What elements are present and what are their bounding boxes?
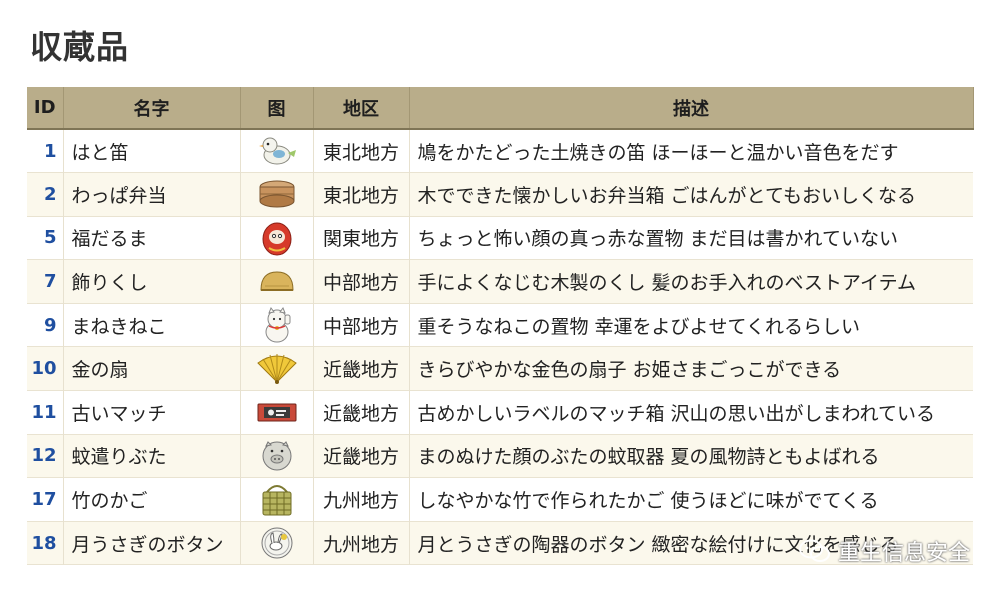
row-name: 蚊遣りぶた [63, 434, 241, 478]
row-region: 中部地方 [313, 303, 410, 347]
wechat-icon [798, 539, 830, 562]
header-id[interactable]: ID [27, 87, 64, 129]
row-name: 月うさぎのボタン [63, 521, 241, 565]
row-id: 10 [27, 346, 64, 391]
row-name: 竹のかご [63, 477, 241, 522]
row-name: 古いマッチ [63, 390, 241, 435]
row-image [240, 172, 314, 217]
row-description: 重そうなねこの置物 幸運をよびよせてくれるらしい [417, 315, 860, 338]
table-row[interactable]: 7 飾りくし 中部地方 手によくなじむ木製のくし 髪のお手入れのベストアイテム [27, 259, 973, 304]
row-image [240, 521, 314, 565]
row-description: ちょっと怖い顔の真っ赤な置物 まだ目は書かれていない [417, 228, 898, 251]
table-row[interactable]: 11 古いマッチ 近畿地方 古めかしいラベルのマッチ箱 沢山の思い出がしまわれている [27, 390, 973, 435]
row-description: 古めかしいラベルのマッチ箱 沢山の思い出がしまわれている [417, 402, 936, 425]
header-image[interactable]: 图 [240, 87, 314, 129]
beckoning-cat-icon [265, 307, 290, 343]
row-description: まのぬけた顔のぶたの蚊取器 夏の風物詩ともよばれる [417, 446, 880, 469]
comb-icon [259, 271, 294, 291]
row-name: 金の扇 [63, 346, 241, 391]
golden-fan-icon [256, 353, 297, 384]
row-id: 12 [27, 434, 64, 478]
row-region: 近畿地方 [313, 346, 410, 391]
mosquito-pig-icon [262, 441, 291, 471]
table-row[interactable]: 10 金の扇 近畿地方 きらびやかな金色の扇子 お姫さまごっこができる [27, 346, 973, 391]
row-image [240, 477, 314, 522]
header-name[interactable]: 名字 [63, 87, 241, 129]
table-header: ID 名字 图 地区 描述 [27, 87, 974, 129]
matchbox-icon [257, 403, 296, 422]
row-region: 近畿地方 [313, 434, 410, 478]
watermark: 重生信息安全 [798, 535, 970, 567]
pigeon-whistle-icon [258, 137, 296, 165]
row-region: 東北地方 [313, 172, 410, 217]
row-name: はと笛 [63, 129, 241, 173]
header-region[interactable]: 地区 [313, 87, 410, 129]
wooden-lunchbox-icon [259, 180, 294, 208]
table-row[interactable]: 12 蚊遣りぶた 近畿地方 まのぬけた顔のぶたの蚊取器 夏の風物詩ともよばれる [27, 434, 973, 478]
row-id: 17 [27, 477, 64, 522]
table-row[interactable]: 17 竹のかご 九州地方 しなやかな竹で作られたかご 使うほどに味がでてくる [27, 477, 973, 522]
row-image [240, 390, 314, 435]
row-id: 5 [27, 216, 64, 260]
daruma-icon [262, 222, 291, 256]
row-id: 2 [27, 172, 64, 217]
row-image [240, 434, 314, 478]
row-region: 東北地方 [313, 129, 410, 173]
row-description: きらびやかな金色の扇子 お姫さまごっこができる [417, 359, 842, 382]
row-image [240, 259, 314, 304]
row-name: 福だるま [63, 216, 241, 260]
row-id: 18 [27, 521, 64, 565]
row-id: 11 [27, 390, 64, 435]
row-id: 1 [27, 129, 64, 173]
row-region: 九州地方 [313, 477, 410, 522]
row-image [240, 129, 314, 173]
row-image [240, 216, 314, 260]
watermark-text: 重生信息安全 [837, 541, 970, 566]
row-id: 7 [27, 259, 64, 304]
table-body: 1 はと笛 東北地方 鳩をかたどった土焼きの笛 ほーほーと温かい音色をだす 2 わっぱ弁当… [27, 129, 973, 565]
table-row[interactable]: 1 はと笛 東北地方 鳩をかたどった土焼きの笛 ほーほーと温かい音色をだす [27, 129, 973, 173]
table-row[interactable]: 9 まねきねこ 中部地方 重そうなねこの置物 幸運をよびよせてくれるらしい [27, 303, 973, 347]
row-description: 鳩をかたどった土焼きの笛 ほーほーと温かい音色をだす [417, 141, 899, 164]
rabbit-button-icon [261, 527, 292, 559]
header-description[interactable]: 描述 [409, 87, 974, 129]
row-region: 近畿地方 [313, 390, 410, 435]
row-description: 木でできた懐かしいお弁当箱 ごはんがとてもおいしくなる [417, 184, 917, 207]
row-name: 飾りくし [63, 259, 241, 304]
row-description: 手によくなじむ木製のくし 髪のお手入れのベストアイテム [417, 272, 917, 295]
table-row[interactable]: 2 わっぱ弁当 東北地方 木でできた懐かしいお弁当箱 ごはんがとてもおいしくなる [27, 172, 973, 217]
row-image [240, 346, 314, 391]
row-description: しなやかな竹で作られたかご 使うほどに味がでてくる [417, 490, 879, 513]
row-region: 関東地方 [313, 216, 410, 260]
page-title: 収蔵品 [30, 28, 130, 66]
row-region: 九州地方 [313, 521, 410, 565]
row-id: 9 [27, 303, 64, 347]
bamboo-basket-icon [262, 484, 291, 516]
row-region: 中部地方 [313, 259, 410, 304]
table-row[interactable]: 5 福だるま 関東地方 ちょっと怖い顔の真っ赤な置物 まだ目は書かれていない [27, 216, 973, 260]
row-name: わっぱ弁当 [63, 172, 241, 217]
row-image [240, 303, 314, 347]
collection-table: ID 名字 图 地区 描述 1 はと笛 東北地方 鳩をかたどった土焼きの笛 ほーほーと… [27, 87, 974, 565]
row-name: まねきねこ [63, 303, 241, 347]
header-row: ID 名字 图 地区 描述 [27, 87, 974, 129]
